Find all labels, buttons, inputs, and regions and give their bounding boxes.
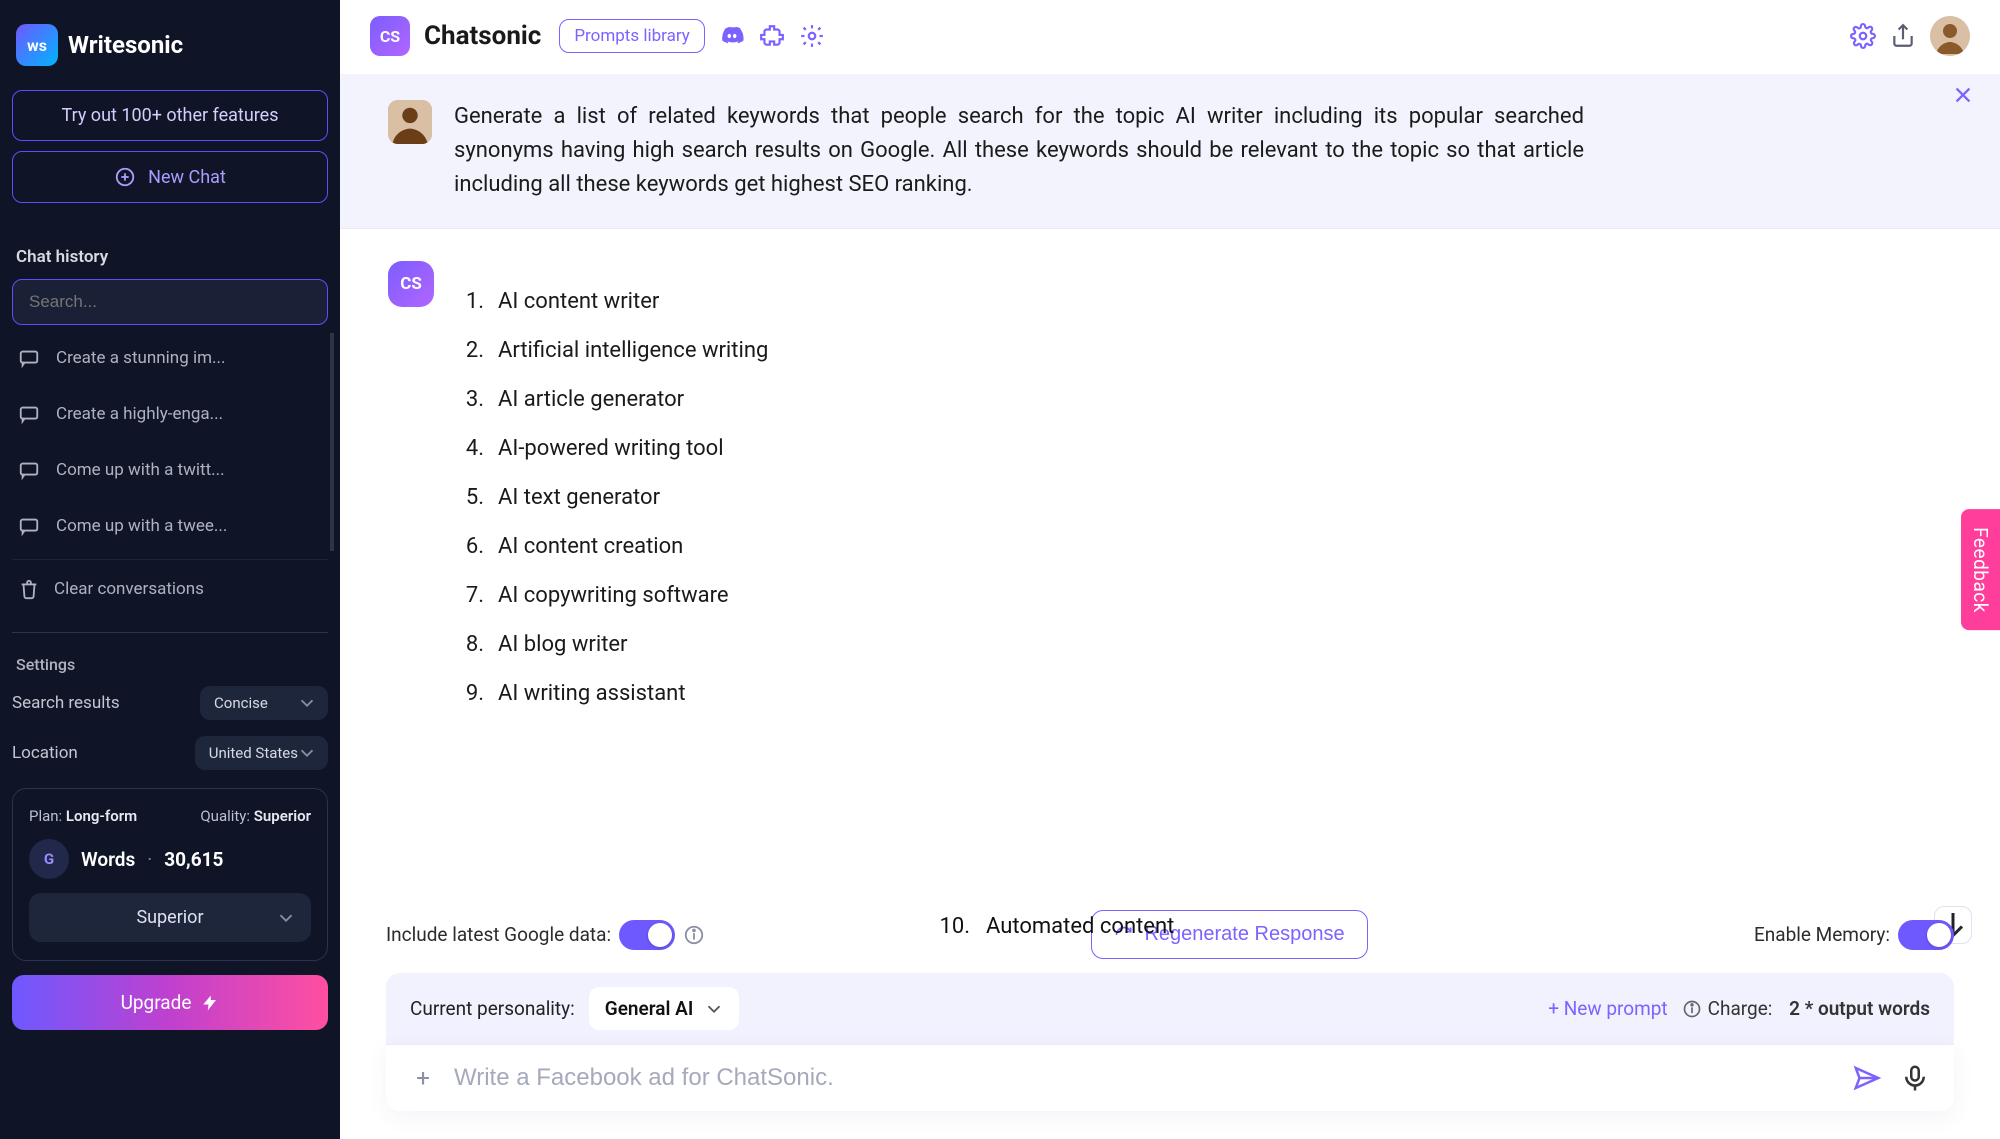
- chat-icon: [18, 515, 40, 537]
- send-button[interactable]: [1852, 1063, 1882, 1093]
- refresh-icon: [1114, 925, 1134, 945]
- history-item-label: Come up with a twee...: [56, 516, 227, 536]
- list-item: 3.AI article generator: [456, 375, 768, 424]
- chat-icon: [18, 459, 40, 481]
- memory-toggle-label: Enable Memory:: [1754, 923, 1890, 946]
- upgrade-button[interactable]: Upgrade: [12, 975, 328, 1030]
- divider: [12, 632, 328, 633]
- location-label: Location: [12, 743, 78, 763]
- search-results-setting-row: Search results Concise: [12, 686, 328, 720]
- info-icon[interactable]: [683, 924, 705, 946]
- new-chat-label: New Chat: [148, 167, 226, 188]
- words-row: G Words · 30,615: [29, 839, 311, 879]
- plan-card: Plan: Long-form Quality: Superior G Word…: [12, 788, 328, 961]
- history-item[interactable]: Come up with a twitt...: [12, 445, 324, 495]
- list-item: 9.AI writing assistant: [456, 669, 768, 718]
- brand-logo: ws Writesonic: [16, 24, 324, 66]
- list-item: 8.AI blog writer: [456, 620, 768, 669]
- history-item-label: Create a stunning im...: [56, 348, 225, 368]
- topbar: CS Chatsonic Prompts library: [340, 0, 2000, 74]
- chevron-down-icon: [296, 742, 318, 764]
- location-select[interactable]: United States: [195, 736, 328, 770]
- history-item[interactable]: Create a highly-enga...: [12, 389, 324, 439]
- conversation-area: Generate a list of related keywords that…: [340, 74, 2000, 910]
- chat-history-list: Create a stunning im... Create a highly-…: [12, 333, 334, 551]
- prompts-library-button[interactable]: Prompts library: [559, 19, 704, 53]
- app-badge: CS: [370, 16, 410, 56]
- sparkle-settings-icon[interactable]: [799, 23, 825, 49]
- new-prompt-link[interactable]: + New prompt: [1548, 997, 1667, 1020]
- user-message-avatar: [388, 100, 432, 144]
- composer: +: [386, 1044, 1954, 1111]
- history-item-label: Create a highly-enga...: [56, 404, 223, 424]
- tier-select[interactable]: Superior: [29, 893, 311, 942]
- list-item: 7.AI copywriting software: [456, 571, 768, 620]
- charge-info: Charge: 2 * output words: [1682, 997, 1930, 1020]
- trash-icon: [18, 578, 40, 600]
- user-message: Generate a list of related keywords that…: [340, 74, 2000, 229]
- toggles-row: 10.Automated content Include latest Goog…: [386, 910, 1954, 959]
- bot-message: CS 1.AI content writer 2.Artificial inte…: [340, 229, 2000, 744]
- new-chat-button[interactable]: New Chat: [12, 151, 328, 203]
- personality-label: Current personality:: [410, 997, 575, 1020]
- settings-heading: Settings: [16, 655, 324, 674]
- list-item: 1.AI content writer: [456, 277, 768, 326]
- extension-icon[interactable]: [759, 23, 785, 49]
- google-data-toggle-wrap: Include latest Google data:: [386, 920, 705, 950]
- search-results-label: Search results: [12, 693, 120, 713]
- history-item-label: Come up with a twitt...: [56, 460, 225, 480]
- search-results-select[interactable]: Concise: [200, 686, 328, 720]
- history-search-input[interactable]: [12, 279, 328, 325]
- chat-icon: [18, 403, 40, 425]
- words-label: Words: [81, 848, 135, 871]
- chat-icon: [18, 347, 40, 369]
- info-icon[interactable]: [1682, 999, 1702, 1019]
- bot-answer: 1.AI content writer 2.Artificial intelli…: [456, 261, 768, 718]
- chat-history-heading: Chat history: [16, 247, 324, 267]
- words-count: 30,615: [164, 848, 223, 871]
- chevron-down-icon: [296, 692, 318, 714]
- clear-conversations-button[interactable]: Clear conversations: [12, 559, 328, 618]
- location-setting-row: Location United States: [12, 736, 328, 770]
- bot-avatar: CS: [388, 261, 434, 307]
- chevron-down-icon: [275, 907, 297, 929]
- user-avatar[interactable]: [1930, 16, 1970, 56]
- plus-circle-icon: [114, 166, 136, 188]
- history-item[interactable]: Create a stunning im...: [12, 333, 324, 383]
- feedback-tab[interactable]: Feedback: [1961, 509, 2000, 631]
- app-title: Chatsonic: [424, 21, 541, 51]
- list-item: 4.AI-powered writing tool: [456, 424, 768, 473]
- brand-badge: ws: [16, 24, 58, 66]
- chevron-down-icon: [703, 998, 725, 1020]
- close-icon[interactable]: [1952, 84, 1974, 106]
- memory-toggle[interactable]: [1898, 920, 1954, 950]
- history-item[interactable]: Come up with a twee...: [12, 501, 324, 551]
- list-item: 2.Artificial intelligence writing: [456, 326, 768, 375]
- personality-bar: Current personality: General AI + New pr…: [386, 973, 1954, 1044]
- try-features-button[interactable]: Try out 100+ other features: [12, 90, 328, 141]
- main-area: CS Chatsonic Prompts library Generate a …: [340, 0, 2000, 1139]
- compose-input[interactable]: [454, 1064, 1834, 1092]
- plan-badge-icon: G: [29, 839, 69, 879]
- add-attachment-button[interactable]: +: [410, 1065, 436, 1091]
- regenerate-button[interactable]: Regenerate Response: [1091, 910, 1367, 959]
- list-item: 6.AI content creation: [456, 522, 768, 571]
- list-item: 5.AI text generator: [456, 473, 768, 522]
- mic-button[interactable]: [1900, 1063, 1930, 1093]
- personality-select[interactable]: General AI: [589, 987, 740, 1030]
- brand-name: Writesonic: [68, 31, 183, 59]
- sidebar: ws Writesonic Try out 100+ other feature…: [0, 0, 340, 1139]
- settings-block: Search results Concise Location United S…: [12, 686, 328, 770]
- keyword-list: 1.AI content writer 2.Artificial intelli…: [456, 277, 768, 718]
- bottom-controls: 10.Automated content Include latest Goog…: [340, 910, 2000, 1139]
- bolt-icon: [201, 994, 219, 1012]
- user-message-text: Generate a list of related keywords that…: [454, 100, 1584, 202]
- plan-top-row: Plan: Long-form Quality: Superior: [29, 807, 311, 825]
- share-icon[interactable]: [1890, 23, 1916, 49]
- discord-icon[interactable]: [719, 23, 745, 49]
- settings-icon[interactable]: [1850, 23, 1876, 49]
- google-data-toggle-label: Include latest Google data:: [386, 923, 611, 946]
- memory-toggle-wrap: Enable Memory:: [1754, 920, 1954, 950]
- google-data-toggle[interactable]: [619, 920, 675, 950]
